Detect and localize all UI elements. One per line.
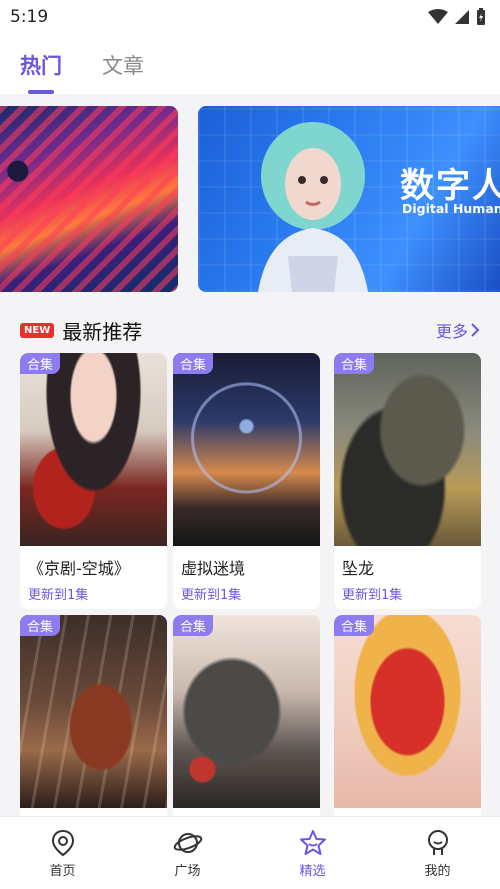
card-thumbnail [20,615,167,808]
status-time: 5:19 [10,7,49,27]
wifi-icon [428,9,448,24]
tab-hot[interactable]: 热门 [20,34,62,94]
banner-title: 数字人 [400,166,500,206]
card-title: 坠龙 [342,559,375,578]
status-icons [428,8,486,26]
card-title: 《京剧-空城》 [28,559,130,578]
card-episode-status: 更新到1集 [181,588,242,603]
card-thumbnail [334,353,481,546]
collection-tag: 合集 [20,353,61,374]
card-thumbnail [173,615,320,808]
card-thumbnail [334,615,481,808]
nav-profile[interactable]: 我的 [375,817,500,889]
collection-tag: 合集 [173,615,214,636]
section-title-group: NEW 最新推荐 [20,316,142,345]
planet-icon [173,833,202,853]
section-title: 最新推荐 [62,319,143,344]
card-fallen-dragon[interactable]: 合集 坠龙 更新到1集 [334,353,481,609]
profile-icon [427,830,448,855]
tab-articles[interactable]: 文章 [102,34,144,80]
collection-tag: 合集 [334,615,375,636]
section-header: NEW 最新推荐 更多 [20,316,480,344]
bottom-nav: 首页 广场 精选 我的 [0,816,500,889]
battery-icon [477,8,485,25]
nav-label-profile: 我的 [424,864,451,879]
nav-label-featured: 精选 [299,864,326,879]
top-tabs: 热门 文章 [0,34,500,94]
banner-subtitle: Digital Human [402,201,500,216]
more-label: 更多 [435,322,468,341]
card-episode-status: 更新到1集 [28,588,89,603]
new-badge: NEW [20,322,55,338]
star-icon [299,830,326,855]
more-link[interactable]: 更多 [436,318,480,342]
collection-tag: 合集 [173,353,214,374]
nav-label-home: 首页 [49,864,76,879]
card-title: 虚拟迷境 [181,559,246,578]
status-bar: 5:19 [0,0,500,34]
card-jingju[interactable]: 合集 《京剧-空城》 更新到1集 [20,353,167,609]
card-thumbnail [20,353,167,546]
nav-featured[interactable]: 精选 [250,817,375,889]
nav-label-square: 广场 [174,864,201,879]
nav-home[interactable]: 首页 [0,817,125,889]
card-thumbnail [173,353,320,546]
signal-icon [455,10,469,24]
collection-tag: 合集 [20,615,61,636]
nav-square[interactable]: 广场 [125,817,250,889]
home-icon [51,829,74,857]
card-episode-status: 更新到1集 [342,588,403,603]
digital-human-figure [258,122,368,292]
chevron-right-icon [471,323,480,337]
banner-digital-human[interactable]: 数字人 Digital Human [198,106,500,292]
card-virtual-maze[interactable]: 合集 虚拟迷境 更新到1集 [173,353,320,609]
collection-tag: 合集 [334,353,375,374]
banner-abstract[interactable] [0,106,178,292]
